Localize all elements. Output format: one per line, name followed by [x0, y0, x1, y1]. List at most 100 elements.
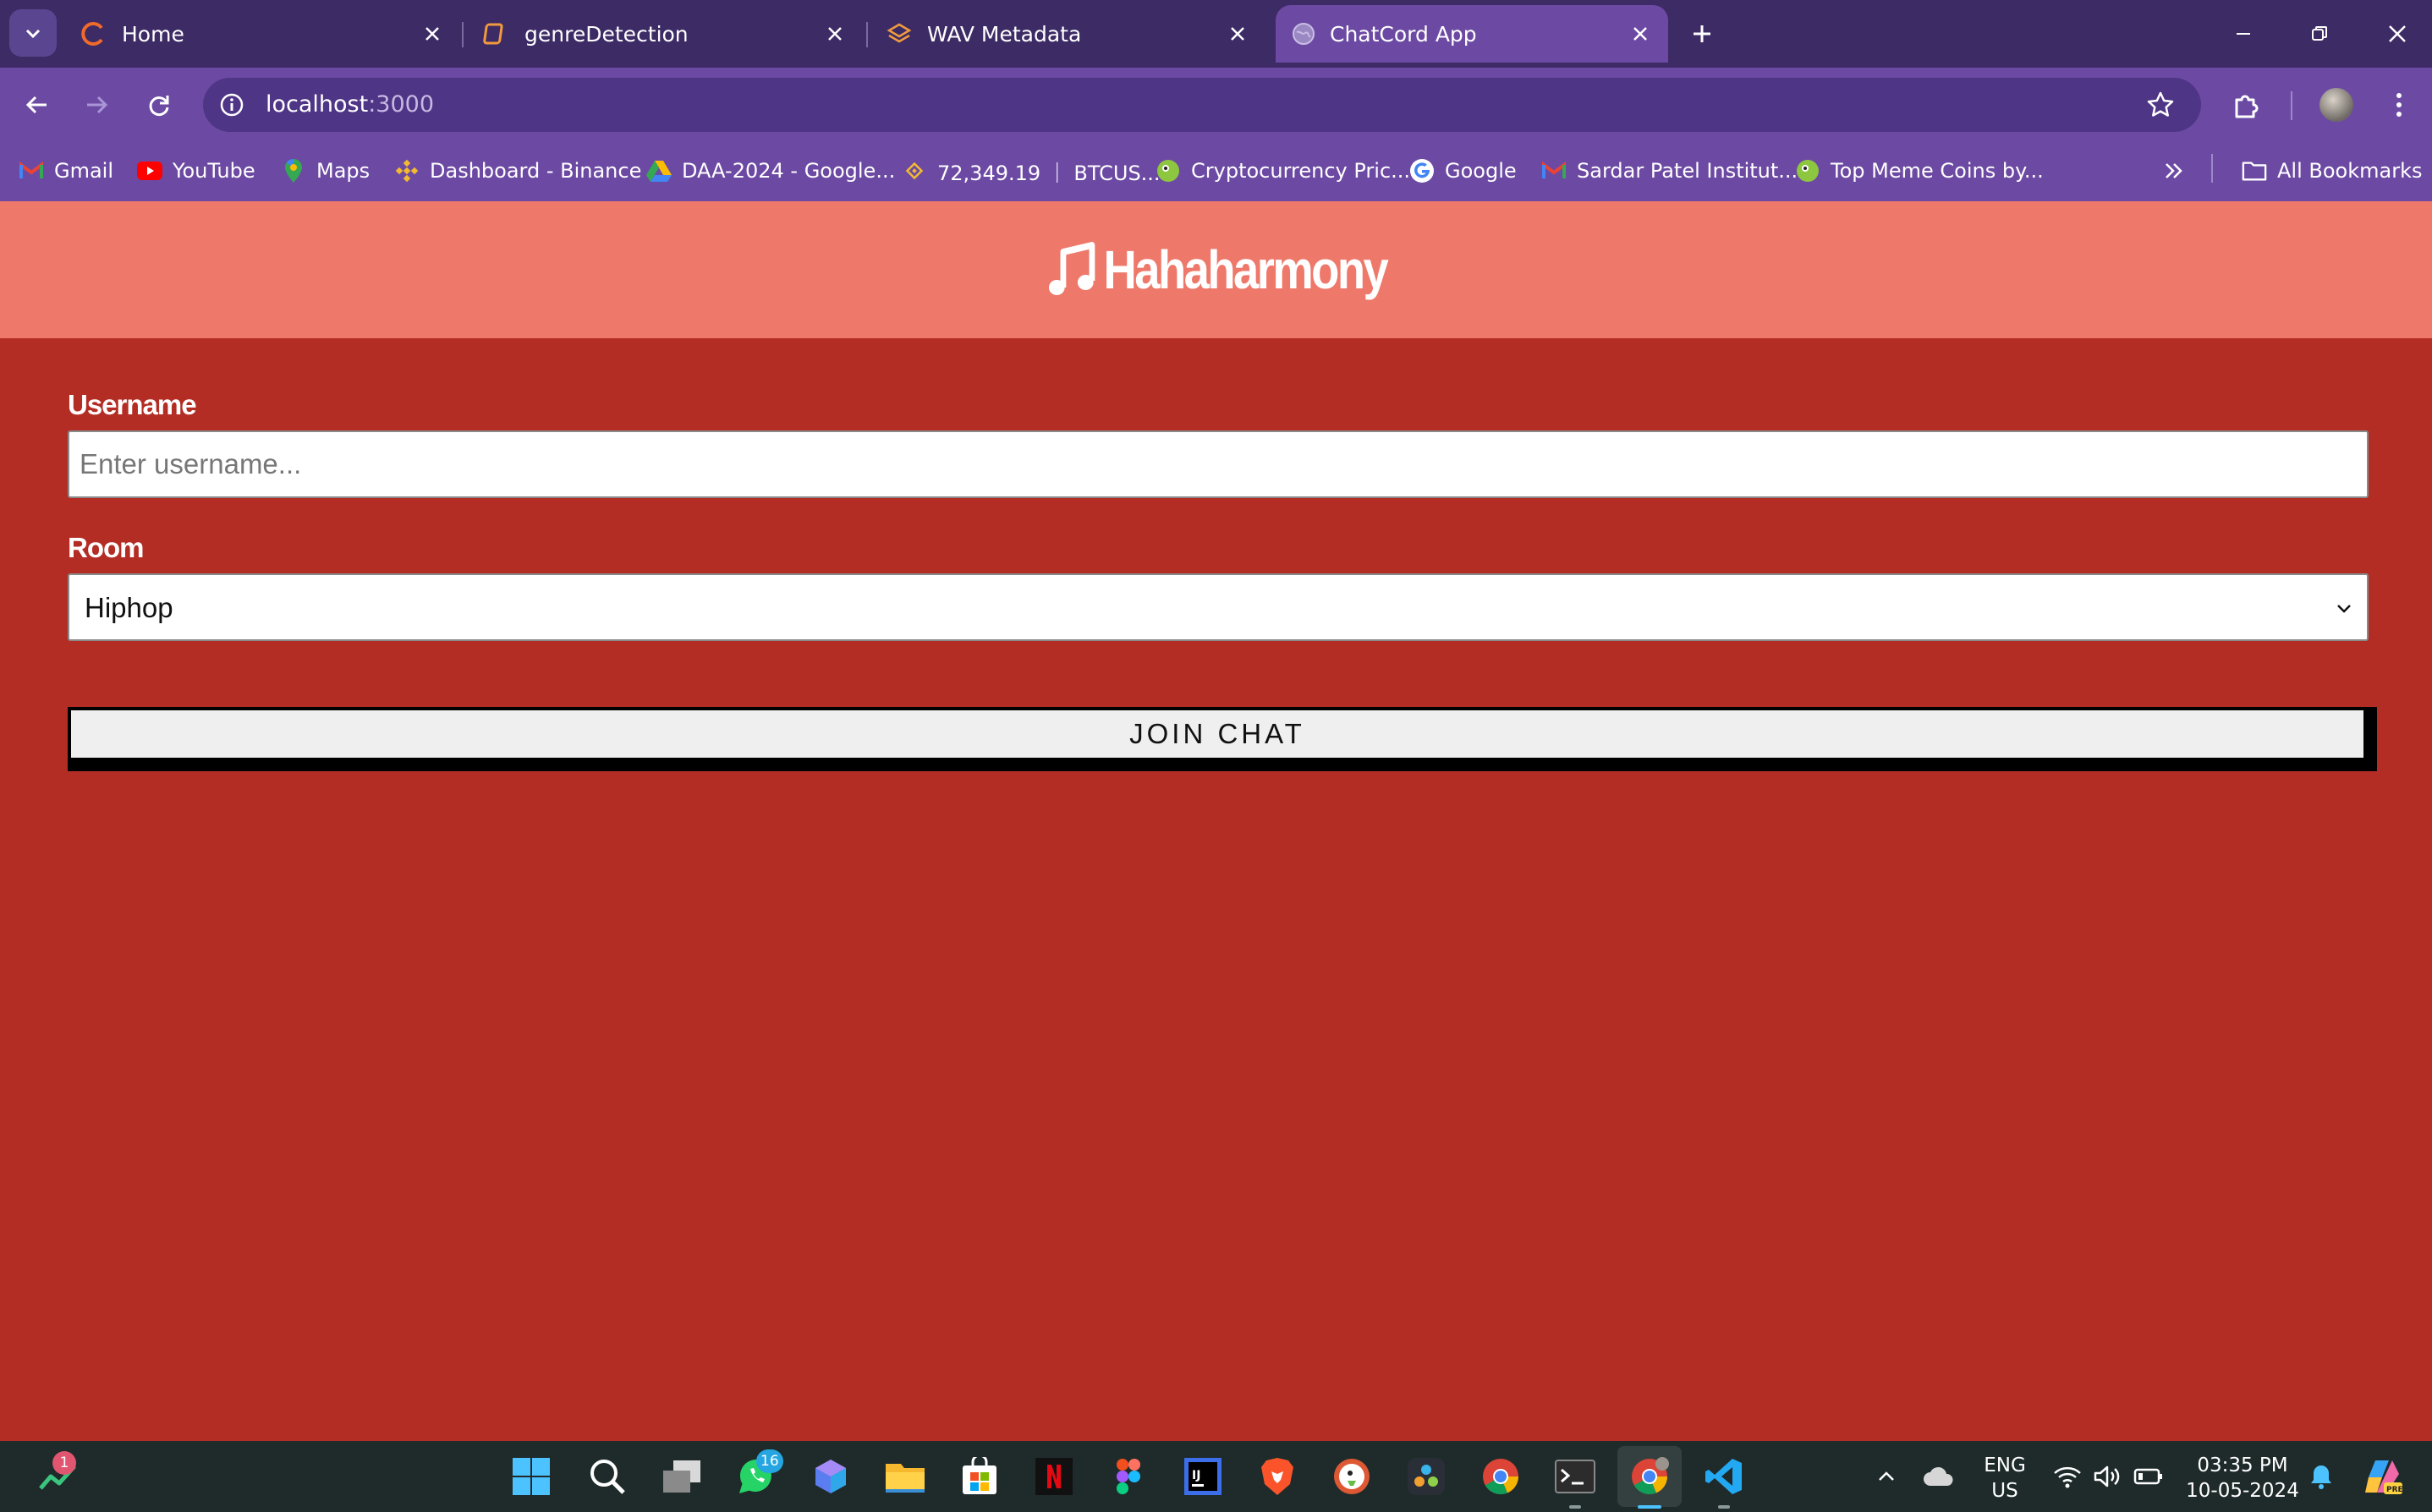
netflix-icon — [1035, 1458, 1073, 1495]
bookmark-cryptocurrency-prices[interactable]: Cryptocurrency Pric... — [1156, 154, 1410, 188]
cloud-icon — [1924, 1466, 1953, 1486]
task-view-button[interactable] — [658, 1453, 705, 1500]
site-info-icon[interactable] — [215, 88, 249, 122]
clock[interactable]: 03:35 PM 10-05-2024 — [2179, 1453, 2306, 1504]
username-input[interactable] — [68, 430, 2369, 498]
bookmark-youtube[interactable]: YouTube — [137, 154, 255, 188]
tab-title: Home — [122, 21, 184, 47]
bookmark-daa-2024[interactable]: DAA-2024 - Google... — [646, 154, 895, 188]
file-explorer-button[interactable] — [881, 1453, 929, 1500]
microsoft-store-button[interactable] — [956, 1453, 1003, 1500]
chrome-icon — [1632, 1457, 1669, 1494]
address-bar[interactable]: localhost:3000 — [203, 78, 2201, 132]
vscode-button[interactable] — [1700, 1453, 1748, 1500]
close-icon[interactable] — [420, 21, 445, 47]
close-icon[interactable] — [1225, 21, 1250, 47]
duckduckgo-icon — [1334, 1459, 1370, 1494]
figma-icon — [1117, 1459, 1140, 1494]
extensions-button[interactable] — [2226, 85, 2267, 125]
app-header: Hahaharmony — [0, 201, 2432, 338]
copilot-button[interactable] — [807, 1453, 854, 1500]
bookmark-maps[interactable]: Maps — [281, 154, 370, 188]
bell-icon — [2311, 1465, 2331, 1489]
room-label: Room — [68, 532, 144, 563]
bookmarks-overflow-button[interactable] — [2162, 154, 2186, 188]
close-icon[interactable] — [1628, 21, 1653, 47]
tab-strip: Home genreDetection WAV Metadata ChatCor… — [0, 0, 2432, 68]
wifi-icon — [2054, 1466, 2081, 1488]
music-note-icon — [1048, 242, 1095, 295]
globe-icon — [1289, 19, 1318, 48]
forward-button[interactable] — [76, 85, 117, 125]
restore-button[interactable] — [2303, 17, 2336, 51]
close-window-button[interactable] — [2380, 17, 2414, 51]
tab-wav-metadata[interactable]: WAV Metadata — [883, 5, 1255, 63]
bookmark-google[interactable]: Google — [1409, 154, 1517, 188]
google-icon — [1409, 158, 1435, 184]
terminal-running-indicator — [1569, 1505, 1581, 1509]
all-bookmarks-button[interactable]: All Bookmarks — [2242, 154, 2422, 188]
keyboard-region: US — [1991, 1480, 2018, 1502]
onedrive-button[interactable] — [1915, 1453, 1963, 1500]
notifications-button[interactable] — [2297, 1453, 2345, 1500]
close-icon[interactable] — [822, 21, 848, 47]
tab-search-button[interactable] — [9, 9, 57, 57]
bookmark-sardar-patel[interactable]: Sardar Patel Institut... — [1541, 154, 1798, 188]
bookmark-gmail[interactable]: Gmail — [19, 154, 113, 188]
search-button[interactable] — [584, 1453, 631, 1500]
figma-button[interactable] — [1105, 1453, 1152, 1500]
language-indicator[interactable]: ENG US — [1971, 1453, 2039, 1504]
bookmark-label: Dashboard - Binance — [430, 159, 642, 183]
folder-icon — [2242, 158, 2267, 184]
chevron-down-icon — [2331, 595, 2357, 621]
back-button[interactable] — [17, 85, 58, 125]
bookmark-binance-dashboard[interactable]: Dashboard - Binance — [394, 154, 641, 188]
bookmark-label: DAA-2024 - Google... — [682, 159, 896, 183]
brave-button[interactable] — [1254, 1453, 1301, 1500]
windows-logo-icon — [513, 1458, 550, 1495]
speaker-icon — [2094, 1465, 2120, 1487]
duckduckgo-button[interactable] — [1328, 1453, 1375, 1500]
gmail-icon — [1541, 158, 1567, 184]
davinci-icon — [1408, 1458, 1445, 1495]
menu-button[interactable] — [2379, 85, 2419, 125]
chrome-button[interactable] — [1477, 1453, 1524, 1500]
reload-button[interactable] — [139, 85, 179, 125]
new-tab-button[interactable] — [1685, 17, 1719, 51]
bookmark-btcusdt[interactable]: 72,349.19 ｜ BTCUS... — [902, 154, 1161, 188]
task-view-icon — [663, 1460, 700, 1493]
netflix-button[interactable] — [1030, 1453, 1078, 1500]
tab-chatcord-app[interactable]: ChatCord App — [1276, 5, 1668, 63]
battery-status[interactable] — [2125, 1453, 2172, 1500]
tab-genre-detection[interactable]: genreDetection — [479, 5, 851, 63]
browser-toolbar: localhost:3000 — [0, 68, 2432, 142]
start-button[interactable] — [508, 1453, 555, 1500]
vscode-icon — [1705, 1459, 1742, 1494]
room-select[interactable]: Hiphop — [68, 573, 2369, 641]
profile-button[interactable] — [2316, 85, 2357, 125]
join-chat-button[interactable]: JOIN CHAT — [68, 707, 2367, 761]
binance-icon — [394, 158, 420, 184]
copilot-preview-button[interactable]: PRE — [2360, 1453, 2407, 1500]
show-hidden-icons-button[interactable] — [1863, 1453, 1910, 1500]
chrome-profile-button[interactable] — [1626, 1453, 1673, 1500]
bookmark-label: YouTube — [173, 159, 255, 183]
whatsapp-button[interactable]: 16 — [733, 1449, 783, 1500]
url-text[interactable]: localhost:3000 — [266, 91, 434, 118]
stocks-widget-button[interactable]: 1 — [34, 1451, 81, 1500]
bookmark-label: Cryptocurrency Pric... — [1191, 159, 1411, 183]
minimize-button[interactable] — [2226, 17, 2260, 51]
close-icon — [2389, 25, 2406, 42]
terminal-button[interactable] — [1551, 1453, 1599, 1500]
bookmark-label: 72,349.19 ｜ BTCUS... — [937, 161, 1161, 185]
folder-icon — [886, 1464, 925, 1493]
davinci-resolve-button[interactable] — [1403, 1453, 1450, 1500]
drive-icon — [646, 158, 672, 184]
bookmark-label: Maps — [316, 159, 371, 183]
intellij-button[interactable]: IJ — [1179, 1453, 1227, 1500]
bookmark-top-meme-coins[interactable]: Top Meme Coins by... — [1795, 154, 2044, 188]
youtube-icon — [137, 158, 162, 184]
tab-home[interactable]: Home — [76, 5, 448, 63]
bookmarks-divider — [2211, 154, 2213, 183]
bookmark-star-icon[interactable] — [2144, 88, 2177, 122]
